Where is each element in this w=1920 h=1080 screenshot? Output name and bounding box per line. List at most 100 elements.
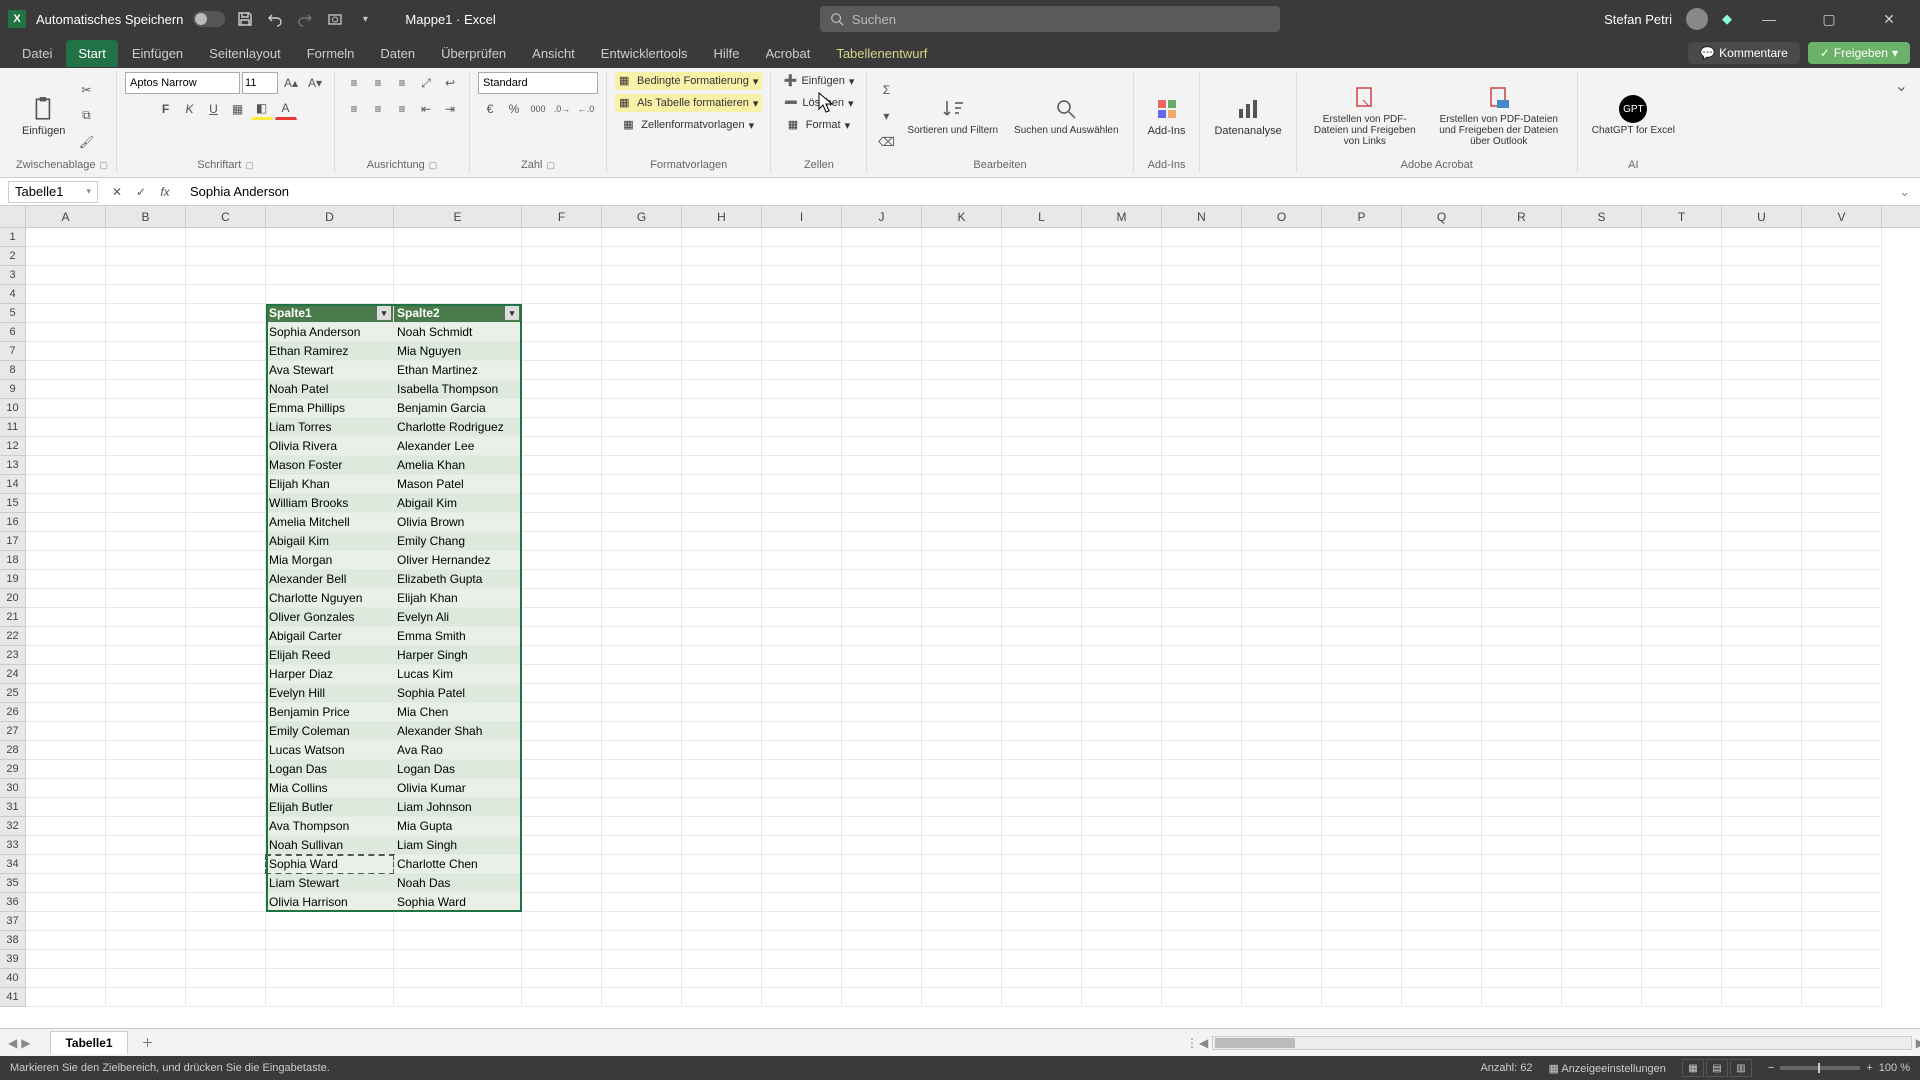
cell[interactable] <box>1162 893 1242 912</box>
cell[interactable] <box>1402 646 1482 665</box>
cell[interactable] <box>1082 380 1162 399</box>
cell[interactable] <box>26 437 106 456</box>
cell[interactable] <box>1082 741 1162 760</box>
cell[interactable] <box>1082 513 1162 532</box>
cell[interactable] <box>842 475 922 494</box>
cell[interactable] <box>1322 703 1402 722</box>
cell[interactable] <box>762 703 842 722</box>
cell[interactable] <box>1802 608 1882 627</box>
cell[interactable] <box>106 665 186 684</box>
cell[interactable] <box>266 285 394 304</box>
font-family-select[interactable] <box>125 72 240 94</box>
cell[interactable] <box>922 380 1002 399</box>
cell[interactable]: Liam Torres <box>266 418 394 437</box>
cell[interactable] <box>1482 437 1562 456</box>
row-header[interactable]: 13 <box>0 456 25 475</box>
select-all-corner[interactable] <box>0 206 26 228</box>
cell[interactable] <box>1482 608 1562 627</box>
cell[interactable] <box>1642 570 1722 589</box>
cell[interactable] <box>1562 589 1642 608</box>
row-header[interactable]: 20 <box>0 589 25 608</box>
cell[interactable] <box>522 570 602 589</box>
cell[interactable] <box>762 760 842 779</box>
cell[interactable] <box>1002 285 1082 304</box>
cell[interactable] <box>1802 380 1882 399</box>
row-header[interactable]: 22 <box>0 627 25 646</box>
save-icon[interactable] <box>235 9 255 29</box>
pdf-outlook-button[interactable]: Erstellen von PDF-Dateien und Freigeben … <box>1429 80 1569 151</box>
sheet-next-icon[interactable]: ▶ <box>21 1036 30 1050</box>
cell[interactable] <box>1162 646 1242 665</box>
cell[interactable] <box>682 437 762 456</box>
cell[interactable] <box>1802 513 1882 532</box>
row-header[interactable]: 38 <box>0 931 25 950</box>
paste-button[interactable]: Einfügen <box>16 91 71 141</box>
cell[interactable] <box>186 874 266 893</box>
cell[interactable] <box>762 950 842 969</box>
cell[interactable] <box>842 931 922 950</box>
cell[interactable] <box>922 684 1002 703</box>
cell[interactable] <box>682 589 762 608</box>
qat-more-icon[interactable]: ▾ <box>355 9 375 29</box>
cell[interactable] <box>1562 817 1642 836</box>
row-header[interactable]: 25 <box>0 684 25 703</box>
cell[interactable] <box>26 684 106 703</box>
cell[interactable] <box>1162 779 1242 798</box>
cell[interactable] <box>1562 513 1642 532</box>
cell[interactable] <box>1322 722 1402 741</box>
cell[interactable] <box>1802 665 1882 684</box>
cell[interactable] <box>26 798 106 817</box>
cell[interactable] <box>522 266 602 285</box>
cell[interactable] <box>1322 399 1402 418</box>
row-header[interactable]: 40 <box>0 969 25 988</box>
cell[interactable] <box>682 722 762 741</box>
cell[interactable] <box>26 418 106 437</box>
cell[interactable]: Olivia Rivera <box>266 437 394 456</box>
cell[interactable] <box>1002 627 1082 646</box>
cell[interactable] <box>106 342 186 361</box>
cell[interactable] <box>762 627 842 646</box>
cell[interactable] <box>762 513 842 532</box>
cell[interactable] <box>842 950 922 969</box>
cell[interactable] <box>842 418 922 437</box>
cell[interactable] <box>26 950 106 969</box>
expand-formula-bar-icon[interactable]: ⌄ <box>1889 184 1920 200</box>
cell[interactable] <box>1722 589 1802 608</box>
column-header[interactable]: C <box>186 206 266 227</box>
cell[interactable] <box>522 969 602 988</box>
cell[interactable] <box>1722 570 1802 589</box>
tab-entwicklertools[interactable]: Entwicklertools <box>589 40 700 67</box>
cell[interactable] <box>1482 589 1562 608</box>
cell[interactable] <box>762 665 842 684</box>
cell[interactable] <box>522 722 602 741</box>
cell[interactable] <box>762 437 842 456</box>
cell[interactable] <box>1162 627 1242 646</box>
cell[interactable] <box>682 247 762 266</box>
cell[interactable] <box>1722 874 1802 893</box>
cell[interactable]: Spalte2▾ <box>394 304 522 323</box>
cell[interactable] <box>1322 456 1402 475</box>
cell[interactable]: Harper Singh <box>394 646 522 665</box>
cell[interactable] <box>1642 684 1722 703</box>
name-box[interactable]: Tabelle1▾ <box>8 181 98 203</box>
cell[interactable]: Ethan Ramirez <box>266 342 394 361</box>
cell[interactable] <box>106 722 186 741</box>
cell[interactable] <box>922 988 1002 1007</box>
cell[interactable] <box>1002 513 1082 532</box>
cell[interactable] <box>602 836 682 855</box>
cell[interactable] <box>1642 893 1722 912</box>
cell[interactable] <box>1642 589 1722 608</box>
cell[interactable] <box>1402 969 1482 988</box>
cell[interactable] <box>1002 228 1082 247</box>
cell[interactable] <box>1082 931 1162 950</box>
cell[interactable] <box>1482 684 1562 703</box>
row-header[interactable]: 7 <box>0 342 25 361</box>
cell[interactable] <box>1002 589 1082 608</box>
cell[interactable] <box>762 608 842 627</box>
cell[interactable] <box>1322 608 1402 627</box>
cell[interactable] <box>394 950 522 969</box>
cell[interactable] <box>522 855 602 874</box>
cell[interactable] <box>1642 323 1722 342</box>
cell[interactable] <box>1722 741 1802 760</box>
zoom-out-icon[interactable]: − <box>1768 1062 1774 1074</box>
